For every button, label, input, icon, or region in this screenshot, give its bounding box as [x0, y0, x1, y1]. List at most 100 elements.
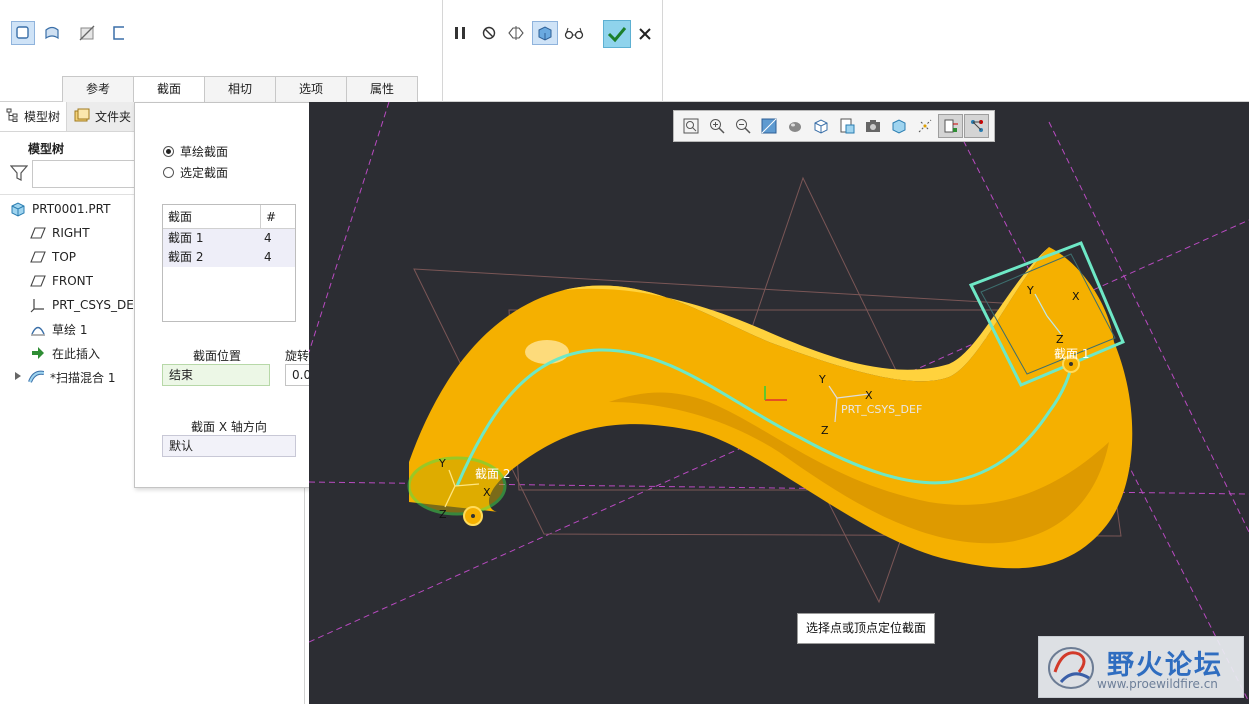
datum-plane-icon: [30, 249, 46, 265]
tree-item-label: *扫描混合 1: [50, 370, 116, 385]
dashboard-tabs: 参考 截面 相切 选项 属性: [62, 76, 418, 103]
view-toolbar: [673, 110, 995, 142]
forum-logo-icon: [1045, 642, 1101, 699]
filter-icon[interactable]: [9, 164, 29, 185]
tab-folder-browser[interactable]: 文件夹: [67, 102, 138, 131]
column-header-count: #: [266, 210, 277, 224]
column-header-section: 截面: [163, 205, 261, 228]
display-style-icon[interactable]: [782, 114, 807, 138]
perspective-icon[interactable]: [860, 114, 885, 138]
section-location-label: 截面位置: [193, 349, 242, 363]
csys-x-label: X: [865, 389, 873, 402]
table-header: 截面 #: [163, 205, 295, 229]
start-x-label: X: [483, 486, 491, 499]
csys-label: PRT_CSYS_DEF: [841, 403, 923, 416]
table-cell-section: 截面 2: [168, 250, 204, 264]
table-row[interactable]: 截面 1 4: [163, 229, 295, 248]
model-graphics: [309, 102, 1249, 703]
section-view-icon[interactable]: [886, 114, 911, 138]
refit-icon[interactable]: [678, 114, 703, 138]
tree-icon: [6, 108, 20, 125]
csys-icon: [30, 297, 46, 313]
watermark-url: www.proewildfire.cn: [1097, 677, 1218, 691]
thin-icon[interactable]: [107, 21, 131, 45]
swept-blend-icon: [28, 369, 44, 385]
tree-item-label: TOP: [52, 250, 77, 264]
table-row[interactable]: 截面 2 4: [163, 248, 295, 267]
datum-plane-icon: [30, 225, 46, 241]
zoom-out-icon[interactable]: [730, 114, 755, 138]
end-x-label: X: [1072, 290, 1080, 303]
expand-arrow-icon[interactable]: [14, 370, 22, 384]
table-cell-section: 截面 1: [168, 231, 204, 245]
repaint-icon[interactable]: [756, 114, 781, 138]
folder-icon: [73, 107, 91, 126]
datum-plane-icon: [30, 273, 46, 289]
spin-center-icon[interactable]: [964, 114, 989, 138]
sections-table: 截面 # 截面 1 4 截面 2 4: [162, 204, 296, 322]
pause-icon[interactable]: [448, 21, 472, 45]
section-x-direction-label: 截面 X 轴方向: [191, 420, 267, 434]
no-preview-icon[interactable]: [477, 21, 501, 45]
datum-display-icon[interactable]: [912, 114, 937, 138]
status-tooltip: 选择点或顶点定位截面: [797, 613, 935, 644]
csys-y-label: Y: [819, 373, 826, 386]
rotation-label: 旋转: [285, 349, 310, 363]
swept-blend-body: [409, 247, 1133, 569]
tab-tangency[interactable]: 相切: [204, 76, 276, 102]
section-location-field[interactable]: 结束: [162, 364, 270, 386]
radio-button-selected[interactable]: [163, 146, 174, 157]
annotation-display-icon[interactable]: [938, 114, 963, 138]
tree-item-label: 草绘 1: [52, 322, 88, 337]
glasses-icon[interactable]: [562, 21, 586, 45]
saved-orientations-icon[interactable]: [808, 114, 833, 138]
model-tree-title: 模型树: [28, 142, 65, 156]
table-cell-count: 4: [264, 250, 272, 264]
ribbon-separator: [662, 0, 663, 102]
tab-options[interactable]: 选项: [275, 76, 347, 102]
confirm-check-icon[interactable]: [603, 20, 631, 48]
start-z-label: Z: [439, 508, 447, 521]
tab-references[interactable]: 参考: [62, 76, 134, 102]
sketch-icon: [30, 321, 46, 337]
section-2-label: 截面 2: [475, 467, 511, 481]
radio-label: 草绘截面: [180, 145, 229, 159]
tab-properties[interactable]: 属性: [346, 76, 418, 102]
part-icon: [10, 201, 26, 217]
section-x-direction-field[interactable]: 默认: [162, 435, 296, 457]
remove-material-icon[interactable]: [75, 21, 99, 45]
insert-here-icon: [30, 345, 46, 361]
tab-folder-label: 文件夹: [95, 110, 132, 124]
tree-item-label: FRONT: [52, 274, 93, 288]
tree-search-input[interactable]: [32, 160, 142, 188]
view-manager-icon[interactable]: [834, 114, 859, 138]
tree-filter-row: [9, 160, 142, 188]
end-y-label: Y: [1027, 284, 1034, 297]
tree-item-label: 在此插入: [52, 346, 101, 361]
tree-item-label: PRT0001.PRT: [32, 202, 111, 216]
tab-model-tree-label: 模型树: [24, 110, 61, 124]
radio-sketched-sections[interactable]: 草绘截面: [163, 143, 228, 160]
end-z-label: Z: [1056, 333, 1064, 346]
table-cell-count: 4: [264, 231, 272, 245]
radio-button[interactable]: [163, 167, 174, 178]
radio-selected-sections[interactable]: 选定截面: [163, 164, 228, 181]
section-1-label: 截面 1: [1054, 347, 1090, 361]
forum-watermark: 野火论坛 www.proewildfire.cn: [1038, 636, 1244, 698]
zoom-in-icon[interactable]: [704, 114, 729, 138]
solid-icon[interactable]: [11, 21, 35, 45]
surface-icon[interactable]: [40, 21, 64, 45]
csys-z-label: Z: [821, 424, 829, 437]
verify-preview-icon[interactable]: [532, 21, 558, 45]
separate-preview-icon[interactable]: [504, 21, 528, 45]
graphics-viewport[interactable]: 截面 2 截面 1 PRT_CSYS_DEF X Y Z X Y Z X Y Z…: [309, 102, 1249, 704]
cancel-close-icon[interactable]: [633, 22, 657, 46]
ribbon-separator: [442, 0, 443, 102]
tab-sections[interactable]: 截面: [133, 76, 205, 103]
start-y-label: Y: [439, 457, 446, 470]
radio-label: 选定截面: [180, 166, 229, 180]
tree-item-label: PRT_CSYS_DEF: [52, 298, 141, 312]
tree-item-label: RIGHT: [52, 226, 90, 240]
tab-model-tree[interactable]: 模型树: [0, 102, 68, 131]
ribbon: 参考 截面 相切 选项 属性: [0, 0, 1249, 103]
